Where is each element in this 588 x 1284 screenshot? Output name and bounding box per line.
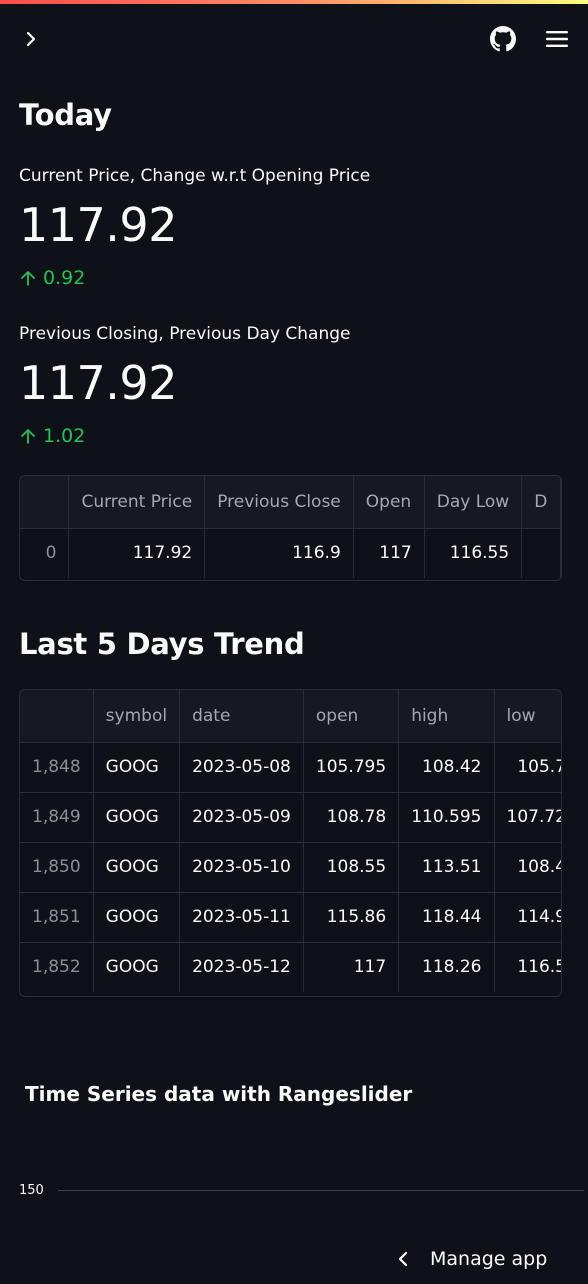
metric-current-price-value: 117.92 (19, 198, 177, 252)
table-row: 1,851GOOG2023-05-11115.86118.44114.93 (20, 892, 561, 943)
table-cell[interactable]: 114.93 (494, 892, 561, 943)
table-header-row: symbol date open high low (20, 690, 561, 743)
table-cell[interactable]: 117.92 (68, 528, 206, 578)
today-table: Current Price Previous Close Open Day Lo… (20, 476, 561, 578)
today-heading: Today (19, 98, 112, 132)
chevron-left-icon (398, 1251, 408, 1267)
metric-current-price-delta-value: 0.92 (43, 267, 86, 289)
table-cell[interactable]: 1,851 (20, 892, 94, 943)
manage-app-label: Manage app (430, 1248, 548, 1270)
table-cell[interactable]: 105.795 (303, 742, 400, 793)
arrow-up-icon (21, 429, 35, 444)
table-cell[interactable]: 2023-05-10 (179, 842, 304, 893)
table-cell[interactable]: 105.79 (494, 742, 561, 793)
table-cell[interactable]: GOOG (93, 892, 181, 943)
table-cell[interactable]: 0 (20, 528, 70, 578)
table-cell[interactable]: 110.595 (398, 792, 495, 843)
table-row: 1,850GOOG2023-05-10108.55113.51108.48 (20, 842, 561, 893)
table-cell[interactable]: 115.86 (303, 892, 400, 943)
table-cell[interactable]: 118.26 (398, 942, 495, 992)
github-icon (490, 26, 516, 52)
table-cell[interactable]: 113.51 (398, 842, 495, 893)
table-cell[interactable]: 107.725 (494, 792, 561, 843)
trend-table: symbol date open high low 1,848 GOOG 2023-… (20, 690, 561, 992)
table-cell[interactable]: 117 (353, 528, 425, 578)
table-cell[interactable]: 1,848 (20, 742, 94, 793)
table-cell[interactable]: 2023-05-12 (179, 942, 304, 992)
column-header-current-price[interactable]: Current Price (68, 476, 206, 529)
table-cell[interactable]: GOOG (93, 842, 181, 893)
table-row: 1,849GOOG2023-05-09108.78110.595107.725 (20, 792, 561, 843)
column-header-previous-close[interactable]: Previous Close (204, 476, 354, 529)
github-button[interactable] (488, 24, 518, 54)
metric-current-price-delta: 0.92 (19, 267, 85, 289)
table-cell[interactable]: GOOG (93, 942, 181, 992)
trend-dataframe[interactable]: symbol date open high low 1,848 GOOG 2023-… (19, 689, 562, 997)
arrow-up-icon (21, 271, 35, 286)
column-header-low[interactable]: low (494, 690, 561, 743)
table-cell[interactable]: 117 (303, 942, 400, 992)
main-menu-button[interactable] (542, 24, 572, 54)
y-axis-tick-label: 150 (19, 1183, 44, 1198)
table-cell[interactable]: 116.55 (424, 528, 523, 578)
table-row: 1,848GOOG2023-05-08105.795108.42105.79 (20, 742, 561, 793)
table-cell[interactable]: 118.44 (398, 892, 495, 943)
column-header-open[interactable]: open (303, 690, 400, 743)
trend-table-body: 1,848GOOG2023-05-08105.795108.42105.791,… (20, 742, 561, 992)
hamburger-menu-icon (546, 31, 568, 47)
column-header-high[interactable]: high (398, 690, 495, 743)
column-header-day-low[interactable]: Day Low (424, 476, 523, 529)
table-row: 1,852GOOG2023-05-12117118.26116.55 (20, 942, 561, 992)
table-cell[interactable]: GOOG (93, 792, 181, 843)
column-header-index[interactable] (20, 476, 70, 529)
column-header-day-high[interactable]: D (521, 476, 561, 529)
chart-title: Time Series data with Rangeslider (25, 1082, 413, 1106)
column-header-date[interactable]: date (179, 690, 304, 743)
manage-app-button[interactable]: Manage app (396, 1234, 576, 1284)
table-cell[interactable]: 116.55 (494, 942, 561, 992)
table-cell[interactable]: 108.78 (303, 792, 400, 843)
y-axis-gridline (58, 1190, 584, 1191)
table-cell[interactable]: 1,850 (20, 842, 94, 893)
table-row: 0 117.92 116.9 117 116.55 (20, 528, 561, 578)
table-cell[interactable] (521, 528, 561, 578)
table-cell[interactable]: 116.9 (204, 528, 354, 578)
trend-heading: Last 5 Days Trend (19, 627, 305, 661)
table-cell[interactable]: 1,852 (20, 942, 94, 992)
table-cell[interactable]: 108.48 (494, 842, 561, 893)
expand-sidebar-button[interactable] (18, 26, 44, 52)
today-dataframe[interactable]: Current Price Previous Close Open Day Lo… (19, 475, 562, 581)
table-cell[interactable]: GOOG (93, 742, 181, 793)
table-cell[interactable]: 108.42 (398, 742, 495, 793)
table-cell[interactable]: 2023-05-11 (179, 892, 304, 943)
table-cell[interactable]: 2023-05-08 (179, 742, 304, 793)
column-header-open[interactable]: Open (353, 476, 425, 529)
app-header (0, 4, 588, 70)
chevron-right-icon (26, 31, 36, 47)
metric-previous-close-label: Previous Closing, Previous Day Change (19, 324, 351, 344)
metric-previous-close-delta: 1.02 (19, 425, 85, 447)
table-cell[interactable]: 108.55 (303, 842, 400, 893)
table-cell[interactable]: 1,849 (20, 792, 94, 843)
metric-previous-close-delta-value: 1.02 (43, 425, 86, 447)
metric-previous-close-value: 117.92 (19, 356, 177, 410)
column-header-index[interactable] (20, 690, 94, 743)
table-cell[interactable]: 2023-05-09 (179, 792, 304, 843)
metric-current-price-label: Current Price, Change w.r.t Opening Pric… (19, 166, 371, 186)
table-header-row: Current Price Previous Close Open Day Lo… (20, 476, 561, 529)
column-header-symbol[interactable]: symbol (93, 690, 181, 743)
